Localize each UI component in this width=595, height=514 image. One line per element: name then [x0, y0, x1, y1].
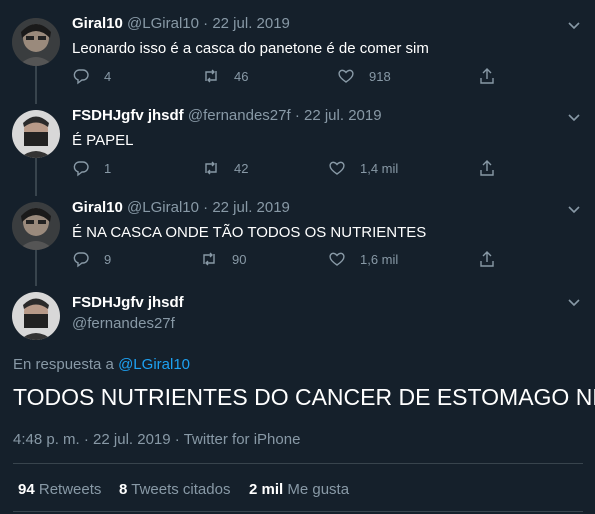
retweets-label: Retweets [38, 481, 102, 498]
retweet-count: 90 [232, 251, 247, 267]
like-button[interactable]: 1,4 mil [328, 159, 398, 177]
avatar[interactable] [12, 202, 60, 250]
chevron-down-icon[interactable] [566, 17, 582, 33]
likes-label: Me gusta [287, 481, 350, 498]
tweet-header: Giral10 @LGiral10 · 22 jul. 2019 [72, 15, 290, 32]
tweet[interactable]: Giral10 @LGiral10 · 22 jul. 2019 É NA CA… [0, 199, 595, 284]
heart-icon [338, 69, 354, 83]
retweet-button[interactable]: 42 [202, 159, 248, 177]
quotes-label: Tweets citados [131, 481, 231, 498]
retweet-button[interactable]: 46 [202, 67, 248, 85]
display-name[interactable]: FSDHJgfv jhsdf [72, 294, 184, 311]
avatar[interactable] [12, 18, 60, 66]
like-button[interactable]: 1,6 mil [328, 250, 398, 268]
separator: · [294, 107, 300, 124]
divider [13, 511, 583, 512]
reply-button[interactable]: 4 [72, 67, 111, 85]
tweet-header: FSDHJgfv jhsdf @fernandes27f · 22 jul. 2… [72, 107, 382, 124]
like-count: 918 [369, 68, 391, 84]
share-button[interactable] [478, 159, 510, 177]
retweets-count: 94 [18, 481, 35, 498]
reply-icon [73, 69, 89, 85]
separator: · [83, 431, 89, 448]
likes-count: 2 mil [249, 481, 284, 498]
tweet[interactable]: FSDHJgfv jhsdf @fernandes27f · 22 jul. 2… [0, 107, 595, 192]
tweet-actions: 9 90 1,6 mil [72, 250, 572, 270]
tweet-metadata: 4:48 p. m. · 22 jul. 2019 · Twitter for … [13, 431, 300, 448]
reply-button[interactable]: 1 [72, 159, 111, 177]
tweet-date[interactable]: 22 jul. 2019 [304, 107, 382, 124]
reply-count: 4 [104, 68, 112, 84]
reply-button[interactable]: 9 [72, 250, 111, 268]
reply-icon [73, 161, 89, 177]
avatar[interactable] [12, 110, 60, 158]
display-name[interactable]: Giral10 [72, 15, 123, 32]
heart-icon [329, 161, 345, 175]
reply-count: 9 [104, 251, 112, 267]
tweet-time[interactable]: 4:48 p. m. [13, 431, 80, 448]
tweet-actions: 4 46 918 [72, 67, 572, 87]
avatar[interactable] [12, 292, 60, 340]
share-icon [480, 251, 494, 267]
retweet-count: 46 [234, 68, 249, 84]
share-icon [480, 160, 494, 176]
retweet-icon [205, 161, 217, 175]
share-icon [480, 68, 494, 84]
quotes-count: 8 [119, 481, 128, 498]
separator: · [203, 199, 209, 216]
display-name[interactable]: FSDHJgfv jhsdf [72, 107, 184, 124]
user-handle[interactable]: @fernandes27f [188, 107, 291, 124]
share-button[interactable] [478, 250, 510, 268]
focused-tweet-text: TODOS NUTRIENTES DO CANCER DE ESTOMAGO N… [13, 384, 595, 410]
chevron-down-icon[interactable] [566, 109, 582, 125]
divider [13, 463, 583, 464]
tweet-date[interactable]: 22 jul. 2019 [212, 199, 290, 216]
retweet-count: 42 [234, 160, 249, 176]
reply-prefix: En respuesta a [13, 356, 114, 373]
tweet-client[interactable]: Twitter for iPhone [184, 431, 301, 448]
retweet-icon [203, 252, 215, 266]
chevron-down-icon[interactable] [566, 294, 582, 310]
like-count: 1,6 mil [360, 251, 399, 267]
share-button[interactable] [478, 67, 510, 85]
tweet-text: Leonardo isso é a casca do panetone é de… [72, 40, 429, 57]
tweet-text: É PAPEL [72, 132, 134, 149]
tweet[interactable]: Giral10 @LGiral10 · 22 jul. 2019 Leonard… [0, 15, 595, 100]
tweet-date[interactable]: 22 jul. 2019 [93, 431, 171, 448]
heart-icon [329, 252, 345, 266]
user-handle[interactable]: @LGiral10 [127, 199, 199, 216]
retweet-button[interactable]: 90 [200, 250, 246, 268]
like-button[interactable]: 918 [337, 67, 391, 85]
chevron-down-icon[interactable] [566, 201, 582, 217]
quotes-stat[interactable]: 8 Tweets citados [119, 481, 230, 498]
separator: · [203, 15, 209, 32]
reply-context: En respuesta a @LGiral10 [13, 356, 190, 373]
display-name[interactable]: Giral10 [72, 199, 123, 216]
separator: · [174, 431, 180, 448]
reply-count: 1 [104, 160, 112, 176]
tweet-text: É NA CASCA ONDE TÃO TODOS OS NUTRIENTES [72, 224, 427, 241]
retweets-stat[interactable]: 94 Retweets [18, 481, 101, 498]
user-handle[interactable]: @LGiral10 [127, 15, 199, 32]
user-handle[interactable]: @fernandes27f [72, 315, 175, 332]
reply-handle-link[interactable]: @LGiral10 [118, 356, 190, 373]
tweet-header: Giral10 @LGiral10 · 22 jul. 2019 [72, 199, 290, 216]
tweet-actions: 1 42 1,4 mil [72, 159, 572, 179]
reply-icon [73, 252, 89, 268]
retweet-icon [205, 69, 217, 83]
like-count: 1,4 mil [360, 160, 399, 176]
tweet-date[interactable]: 22 jul. 2019 [212, 15, 290, 32]
likes-stat[interactable]: 2 mil Me gusta [249, 481, 349, 498]
